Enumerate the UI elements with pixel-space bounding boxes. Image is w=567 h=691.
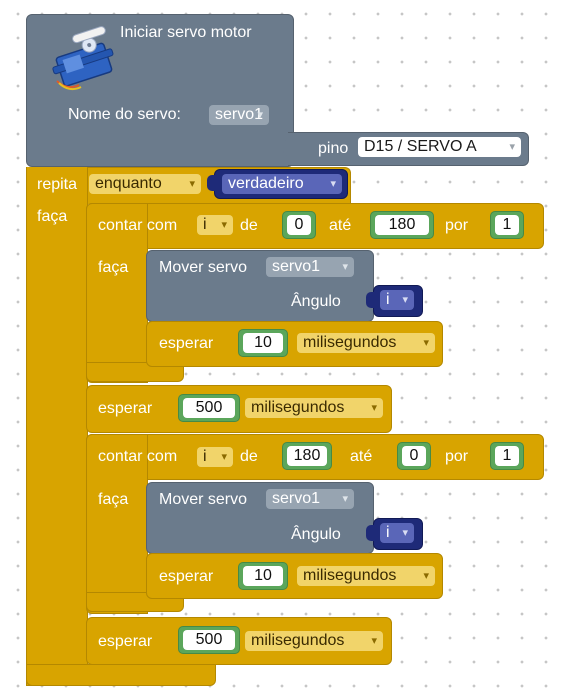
by-label-2: por [445,448,469,465]
move-servo-label-2: Mover servo [159,491,248,508]
wait-value-block-1[interactable]: 500 [178,394,240,422]
by-label-1: por [445,217,469,234]
condition-connector [207,175,216,191]
by-value-2[interactable]: 1 [495,446,519,466]
from-value-2[interactable]: 180 [287,446,327,466]
by-value-1[interactable]: 1 [495,215,519,235]
by-value-block-1[interactable]: 1 [490,211,524,239]
from-label-2: de [240,448,258,465]
wait-unit-dropdown-inner-1[interactable]: milisegundos [297,333,435,353]
angle-label-1: Ângulo [291,293,341,310]
repeat-do-label: faça [37,208,68,225]
from-value-block-1[interactable]: 0 [282,211,316,239]
repeat-mode-dropdown[interactable]: enquanto [89,174,201,194]
to-label-2: até [350,448,373,465]
wait-label-2: esperar [98,633,153,650]
wait-value-block-inner-2[interactable]: 10 [238,562,288,590]
move-servo-dropdown-1[interactable]: servo1 [266,257,354,277]
init-servo-title: Iniciar servo motor [120,24,252,41]
to-value-1[interactable]: 180 [375,215,429,235]
wait-value-block-2[interactable]: 500 [178,626,240,654]
pin-dropdown[interactable]: D15 / SERVO A [358,137,521,157]
wait-value-inner-2[interactable]: 10 [243,566,283,586]
count-label-2: contar com [98,448,178,465]
from-value-1[interactable]: 0 [287,215,311,235]
count-do-label-2: faça [98,491,129,508]
to-label-1: até [329,217,352,234]
to-value-2[interactable]: 0 [402,446,426,466]
to-value-block-1[interactable]: 180 [370,211,434,239]
wait-unit-dropdown-1[interactable]: milisegundos [245,398,383,418]
by-value-block-2[interactable]: 1 [490,442,524,470]
pin-connector [283,140,293,156]
servo-name-label: Nome do servo: [68,106,181,123]
to-value-block-2[interactable]: 0 [397,442,431,470]
wait-label-inner-2: esperar [159,568,214,585]
repeat-while-bottom [26,664,216,686]
servo-name-field[interactable]: servo1 [209,105,270,125]
count-label-1: contar com [98,217,178,234]
servo-motor-icon [52,26,114,91]
wait-value-inner-1[interactable]: 10 [243,333,283,353]
angle-var-dropdown-2[interactable]: i [380,523,414,543]
from-value-block-2[interactable]: 180 [282,442,332,470]
repeat-while-spine [26,167,88,686]
pin-label: pino [318,140,349,157]
from-label-1: de [240,217,258,234]
wait-value-block-inner-1[interactable]: 10 [238,329,288,357]
init-servo-block[interactable]: Iniciar servo motor Nome do servo: servo… [26,14,294,167]
wait-value-2[interactable]: 500 [183,630,235,650]
move-servo-dropdown-2[interactable]: servo1 [266,489,354,509]
wait-value-1[interactable]: 500 [183,398,235,418]
angle-label-2: Ângulo [291,526,341,543]
move-servo-label-1: Mover servo [159,259,248,276]
angle-var-dropdown-1[interactable]: i [380,290,414,310]
count-do-label-1: faça [98,259,129,276]
count-var-dropdown-2[interactable]: i [197,447,233,467]
wait-label-1: esperar [98,400,153,417]
repeat-label: repita [37,176,78,193]
angle-connector-1 [366,292,375,308]
wait-unit-dropdown-inner-2[interactable]: milisegundos [297,566,435,586]
condition-dropdown[interactable]: verdadeiro [222,174,342,194]
wait-unit-dropdown-2[interactable]: milisegundos [245,631,383,651]
wait-label-inner-1: esperar [159,335,214,352]
count-var-dropdown-1[interactable]: i [197,215,233,235]
angle-connector-2 [366,525,375,541]
